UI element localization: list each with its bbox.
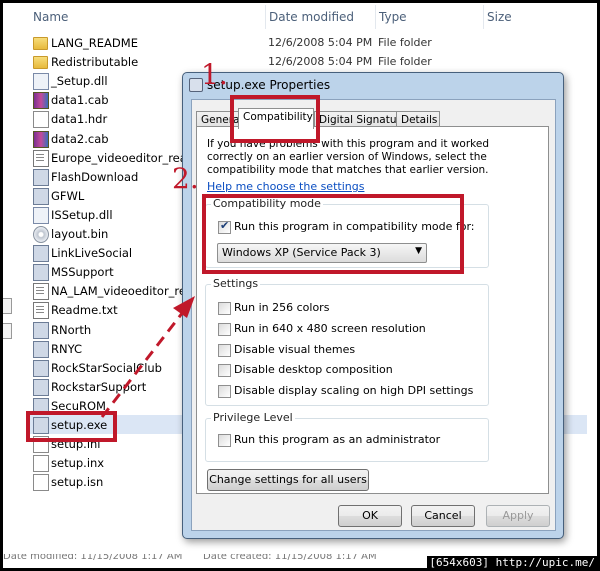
red-arrow-head [173, 296, 195, 318]
red-arrow-line [100, 311, 185, 418]
tab-compatibility[interactable]: Compatibility [238, 108, 314, 129]
red-arrow [100, 296, 195, 418]
watermark: [654x603] http://upic.me/ [427, 556, 597, 569]
screenshot-frame: Name Date modified Type Size LANG_README… [3, 3, 597, 568]
